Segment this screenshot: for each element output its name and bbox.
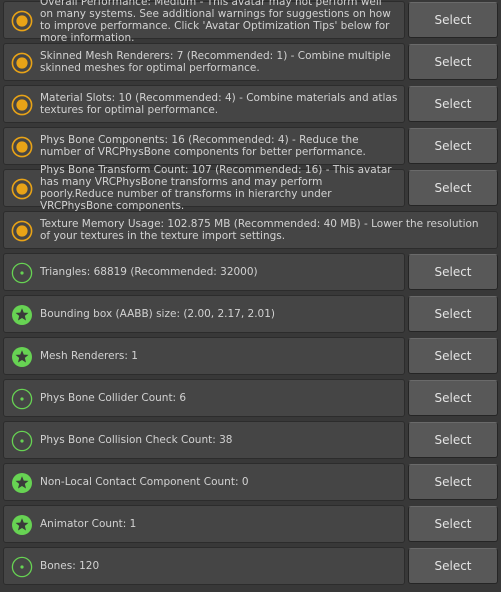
performance-item-panel: Phys Bone Collision Check Count: 38 bbox=[3, 421, 405, 459]
performance-item: Phys Bone Components: 16 (Recommended: 4… bbox=[3, 127, 498, 167]
performance-item-text: Mesh Renderers: 1 bbox=[40, 350, 138, 362]
good-ring-icon bbox=[11, 388, 33, 410]
performance-item: Phys Bone Collision Check Count: 38 Selec… bbox=[3, 421, 498, 461]
performance-item-panel: Bounding box (AABB) size: (2.00, 2.17, 2… bbox=[3, 295, 405, 333]
performance-item: Texture Memory Usage: 102.875 MB (Recomm… bbox=[3, 211, 498, 251]
performance-item-message: Phys Bone Components: 16 (Recommended: 4… bbox=[40, 128, 398, 164]
performance-item-panel: Texture Memory Usage: 102.875 MB (Recomm… bbox=[3, 211, 498, 249]
excellent-star-icon bbox=[11, 346, 33, 368]
select-button[interactable]: Select bbox=[408, 44, 498, 80]
performance-item-text: Phys Bone Collision Check Count: 38 bbox=[40, 434, 233, 446]
performance-item-panel: Overall Performance: Medium - This avata… bbox=[3, 0, 405, 44]
select-button[interactable]: Select bbox=[408, 506, 498, 542]
performance-item-text: Overall Performance: Medium - This avata… bbox=[40, 0, 391, 44]
excellent-star-icon bbox=[11, 472, 33, 494]
select-button[interactable]: Select bbox=[408, 338, 498, 374]
performance-item-message: Phys Bone Transform Count: 107 (Recommen… bbox=[40, 164, 398, 212]
performance-item-message: Triangles: 68819 (Recommended: 32000) bbox=[40, 254, 398, 290]
performance-item-text: Triangles: 68819 (Recommended: 32000) bbox=[40, 266, 258, 278]
performance-item-panel: Phys Bone Transform Count: 107 (Recommen… bbox=[3, 164, 405, 212]
performance-item-text: Texture Memory Usage: 102.875 MB (Recomm… bbox=[40, 218, 479, 242]
warning-ring-icon bbox=[11, 94, 33, 116]
performance-item-message: Phys Bone Collider Count: 6 bbox=[40, 380, 398, 416]
performance-item-panel: Mesh Renderers: 1 bbox=[3, 337, 405, 375]
performance-item: Bounding box (AABB) size: (2.00, 2.17, 2… bbox=[3, 295, 498, 335]
select-button[interactable]: Select bbox=[408, 86, 498, 122]
performance-item-text: Phys Bone Collider Count: 6 bbox=[40, 392, 187, 404]
performance-item: Phys Bone Transform Count: 107 (Recommen… bbox=[3, 164, 498, 212]
select-button[interactable]: Select bbox=[408, 464, 498, 500]
select-button[interactable]: Select bbox=[408, 422, 498, 458]
performance-item-message: Mesh Renderers: 1 bbox=[40, 338, 398, 374]
performance-item: Overall Performance: Medium - This avata… bbox=[3, 0, 498, 44]
performance-item-panel: Phys Bone Collider Count: 6 bbox=[3, 379, 405, 417]
performance-item-text: Material Slots: 10 (Recommended: 4) - Co… bbox=[40, 92, 398, 116]
performance-item-message: Texture Memory Usage: 102.875 MB (Recomm… bbox=[40, 212, 491, 248]
performance-item-text: Animator Count: 1 bbox=[40, 518, 137, 530]
warning-ring-icon bbox=[11, 178, 33, 200]
performance-item: Non-Local Contact Component Count: 0 Sele… bbox=[3, 463, 498, 503]
performance-item: Triangles: 68819 (Recommended: 32000) Sel… bbox=[3, 253, 498, 293]
performance-item: Animator Count: 1 Select bbox=[3, 505, 498, 545]
warning-ring-icon bbox=[11, 220, 33, 242]
performance-item-message: Bounding box (AABB) size: (2.00, 2.17, 2… bbox=[40, 296, 398, 332]
performance-item-panel: Skinned Mesh Renderers: 7 (Recommended: … bbox=[3, 43, 405, 81]
select-button[interactable]: Select bbox=[408, 254, 498, 290]
performance-item: Bones: 120 Select bbox=[3, 547, 498, 587]
performance-item-text: Phys Bone Components: 16 (Recommended: 4… bbox=[40, 134, 366, 158]
performance-item: Mesh Renderers: 1 Select bbox=[3, 337, 498, 377]
performance-item-message: Animator Count: 1 bbox=[40, 506, 398, 542]
warning-ring-icon bbox=[11, 136, 33, 158]
performance-item: Skinned Mesh Renderers: 7 (Recommended: … bbox=[3, 43, 498, 83]
select-button[interactable]: Select bbox=[408, 170, 498, 206]
performance-item-text: Non-Local Contact Component Count: 0 bbox=[40, 476, 249, 488]
performance-item-panel: Animator Count: 1 bbox=[3, 505, 405, 543]
warning-ring-icon bbox=[11, 52, 33, 74]
excellent-star-icon bbox=[11, 514, 33, 536]
performance-item-panel: Triangles: 68819 (Recommended: 32000) bbox=[3, 253, 405, 291]
excellent-star-icon bbox=[11, 304, 33, 326]
performance-item-message: Material Slots: 10 (Recommended: 4) - Co… bbox=[40, 86, 398, 122]
performance-item-text: Bones: 120 bbox=[40, 560, 100, 572]
performance-list: Overall Performance: Medium - This avata… bbox=[0, 0, 501, 592]
performance-item-panel: Bones: 120 bbox=[3, 547, 405, 585]
performance-item-panel: Non-Local Contact Component Count: 0 bbox=[3, 463, 405, 501]
performance-item: Material Slots: 10 (Recommended: 4) - Co… bbox=[3, 85, 498, 125]
performance-item-message: Skinned Mesh Renderers: 7 (Recommended: … bbox=[40, 44, 398, 80]
performance-item-text: Bounding box (AABB) size: (2.00, 2.17, 2… bbox=[40, 308, 276, 320]
performance-item-message: Non-Local Contact Component Count: 0 bbox=[40, 464, 398, 500]
performance-item-message: Phys Bone Collision Check Count: 38 bbox=[40, 422, 398, 458]
performance-item-panel: Phys Bone Components: 16 (Recommended: 4… bbox=[3, 127, 405, 165]
performance-item-text: Skinned Mesh Renderers: 7 (Recommended: … bbox=[40, 50, 391, 74]
warning-ring-icon bbox=[11, 10, 33, 32]
select-button[interactable]: Select bbox=[408, 380, 498, 416]
performance-item-panel: Material Slots: 10 (Recommended: 4) - Co… bbox=[3, 85, 405, 123]
good-ring-icon bbox=[11, 262, 33, 284]
good-ring-icon bbox=[11, 430, 33, 452]
good-ring-icon bbox=[11, 556, 33, 578]
select-button[interactable]: Select bbox=[408, 548, 498, 584]
select-button[interactable]: Select bbox=[408, 128, 498, 164]
performance-item-message: Bones: 120 bbox=[40, 548, 398, 584]
performance-item-text: Phys Bone Transform Count: 107 (Recommen… bbox=[40, 164, 392, 212]
performance-item-message: Overall Performance: Medium - This avata… bbox=[40, 0, 398, 44]
select-button[interactable]: Select bbox=[408, 296, 498, 332]
select-button[interactable]: Select bbox=[408, 2, 498, 38]
performance-item: Phys Bone Collider Count: 6 Select bbox=[3, 379, 498, 419]
